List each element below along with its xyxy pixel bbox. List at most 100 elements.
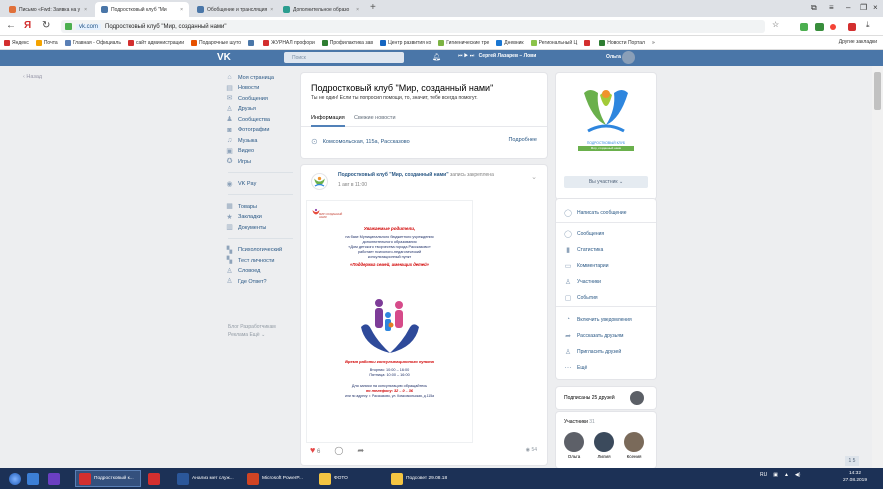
- play-icon[interactable]: ▶: [464, 53, 468, 59]
- vk-logo[interactable]: VK: [217, 52, 231, 63]
- taskbar-app[interactable]: Microsoft PowerP...: [244, 470, 312, 487]
- member-item[interactable]: Лилия: [594, 432, 614, 459]
- bookmark-item[interactable]: Главная - Официаль: [64, 39, 121, 46]
- post-menu-chevron-icon[interactable]: ⌄: [531, 173, 537, 181]
- bookmark-item[interactable]: Центр развития ко: [380, 39, 431, 46]
- bookmarks-more[interactable]: »: [652, 40, 655, 46]
- action-item[interactable]: ▭ Комментарии: [564, 262, 609, 270]
- download-icon[interactable]: ⤓: [866, 20, 870, 30]
- bookmark-item[interactable]: сайт администрации: [127, 39, 184, 46]
- action-item[interactable]: ◯ Сообщения: [564, 230, 604, 238]
- close-icon[interactable]: ×: [84, 7, 87, 13]
- nav-item[interactable]: ⌂ Моя страница: [226, 74, 274, 81]
- avatar[interactable]: [622, 51, 635, 64]
- write-message-button[interactable]: ◯ Написать сообщение: [564, 209, 626, 217]
- bookmark-item[interactable]: Яндекс: [4, 39, 29, 46]
- taskbar-app[interactable]: [45, 470, 71, 487]
- prev-track-icon[interactable]: ⏮: [458, 53, 463, 59]
- extension-icon[interactable]: [848, 23, 856, 31]
- network-icon[interactable]: ▲: [784, 472, 789, 478]
- reload-icon[interactable]: ↻: [42, 20, 50, 31]
- details-link[interactable]: Подробнее: [508, 137, 537, 143]
- bookmark-star-icon[interactable]: ☆: [772, 20, 779, 29]
- action-item[interactable]: ⋯ Ещё: [564, 364, 588, 372]
- taskbar-app[interactable]: [24, 470, 42, 487]
- nav-item[interactable]: ▚ Тест личности: [226, 257, 275, 264]
- tray-app-icon[interactable]: ▣: [773, 472, 778, 478]
- nav-item[interactable]: ▣ Видео: [226, 148, 254, 155]
- taskbar-app[interactable]: Анализ мет служ...: [174, 470, 240, 487]
- footer-links[interactable]: Блог Разработчикам: [228, 323, 298, 331]
- comment-icon[interactable]: ◯: [334, 446, 343, 455]
- bookmark-item[interactable]: Почта: [35, 39, 58, 46]
- tab-news[interactable]: Свежие новости: [354, 115, 396, 121]
- back-link[interactable]: ‹ Назад: [23, 74, 42, 80]
- menu-icon[interactable]: ≡: [829, 3, 834, 12]
- nav-item[interactable]: ♙ Где Ответ?: [226, 278, 266, 285]
- close-icon[interactable]: ×: [180, 7, 183, 13]
- audio-player[interactable]: ⏮ ▶ ⏭ Сергей Лазарев – Лови: [458, 53, 536, 59]
- minimize-icon[interactable]: –: [846, 3, 850, 12]
- nav-item[interactable]: ★ Закладки: [226, 214, 261, 221]
- bookmark-item[interactable]: Новости Портал: [599, 39, 645, 46]
- action-item[interactable]: ➦ Рассказать друзьям: [564, 332, 623, 340]
- taskbar-app[interactable]: [145, 470, 169, 487]
- nav-item[interactable]: ▥ Документы: [226, 224, 266, 231]
- nav-item[interactable]: ▤ Новости: [226, 85, 259, 92]
- bookmark-item[interactable]: Региональный Ц: [530, 39, 577, 46]
- footer-links[interactable]: Реклама Ещё ⌄: [228, 331, 298, 339]
- bookmark-item[interactable]: Подарочные шуто: [191, 39, 241, 46]
- tab-mail[interactable]: Письмо «Fwd: Заявка на у ×: [3, 2, 93, 17]
- bookmark-item[interactable]: Профилактика зав: [321, 39, 373, 46]
- scrollbar-thumb[interactable]: [874, 72, 881, 110]
- bookmark-item[interactable]: Гигиенические тре: [438, 39, 489, 46]
- action-item[interactable]: ♙ Участники: [564, 278, 601, 286]
- nav-item[interactable]: ♟ Сообщества: [226, 116, 270, 123]
- nav-item[interactable]: ♙ Словоед: [226, 268, 260, 275]
- close-icon[interactable]: ×: [356, 7, 359, 13]
- member-item[interactable]: Ольга: [564, 432, 584, 459]
- action-item[interactable]: ▢ События: [564, 294, 598, 302]
- group-address[interactable]: ⊙ Комсомольская, 115а, Рассказово: [311, 137, 410, 146]
- start-button[interactable]: [6, 470, 24, 487]
- back-arrow-icon[interactable]: ←: [6, 20, 16, 31]
- nav-item[interactable]: ✉ Сообщения: [226, 95, 268, 102]
- notifications-bell-icon[interactable]: 🔔︎: [432, 53, 441, 61]
- nav-item[interactable]: ♙ Друзья: [226, 106, 255, 113]
- member-item[interactable]: Ксения: [624, 432, 644, 459]
- share-icon[interactable]: ➦: [357, 446, 364, 455]
- members-title[interactable]: Участники 31: [564, 419, 595, 425]
- taskbar-app[interactable]: Подростковый к...: [75, 470, 141, 487]
- yandex-icon[interactable]: Я: [24, 20, 31, 31]
- nav-item[interactable]: ▦ Товары: [226, 203, 257, 210]
- user-name[interactable]: Ольга: [606, 54, 621, 60]
- nav-item[interactable]: ◉ VK Pay: [226, 181, 256, 188]
- system-clock[interactable]: 14:32 27.08.2019: [843, 470, 867, 484]
- profile-icon[interactable]: ⧉: [811, 3, 817, 13]
- vertical-scrollbar[interactable]: [872, 66, 883, 468]
- extension-icon[interactable]: [830, 24, 836, 30]
- close-icon[interactable]: ×: [270, 7, 273, 13]
- group-avatar[interactable]: [311, 173, 328, 190]
- action-item[interactable]: ♙ Пригласить друзей: [564, 348, 621, 356]
- post-date[interactable]: 1 авг в 11:00: [338, 182, 367, 188]
- membership-button[interactable]: Вы участник ⌄: [564, 176, 648, 188]
- subscribed-friends-card[interactable]: Подписаны 25 друзей: [556, 387, 656, 409]
- search-input[interactable]: Поиск: [284, 52, 404, 63]
- new-tab-button[interactable]: +: [370, 2, 376, 13]
- taskbar-app[interactable]: ФОТО: [316, 470, 384, 487]
- group-avatar[interactable]: ПОДРОСТКОВЫЙ КЛУБ Мир, созданный нами: [576, 85, 636, 165]
- close-window-icon[interactable]: ×: [873, 3, 878, 12]
- tab-info[interactable]: Информация: [311, 115, 345, 127]
- nav-item[interactable]: ♫ Музыка: [226, 137, 258, 144]
- action-item[interactable]: ▮ Статистика: [564, 246, 603, 254]
- nav-item[interactable]: ✪ Игры: [226, 158, 251, 165]
- next-track-icon[interactable]: ⏭: [470, 53, 475, 59]
- post-image[interactable]: МИР СОЗДАННЫЙ НАМИ Уважаемые родители, н…: [306, 200, 473, 443]
- bookmark-item[interactable]: [248, 39, 256, 46]
- maximize-icon[interactable]: ❐: [860, 3, 867, 12]
- bookmark-item[interactable]: Дневник: [496, 39, 524, 46]
- action-item[interactable]: ◔ Включить уведомления: [564, 316, 632, 323]
- tab-vk-group[interactable]: Подростковый клуб "Ми ×: [95, 2, 189, 17]
- extension-icon[interactable]: [800, 23, 808, 31]
